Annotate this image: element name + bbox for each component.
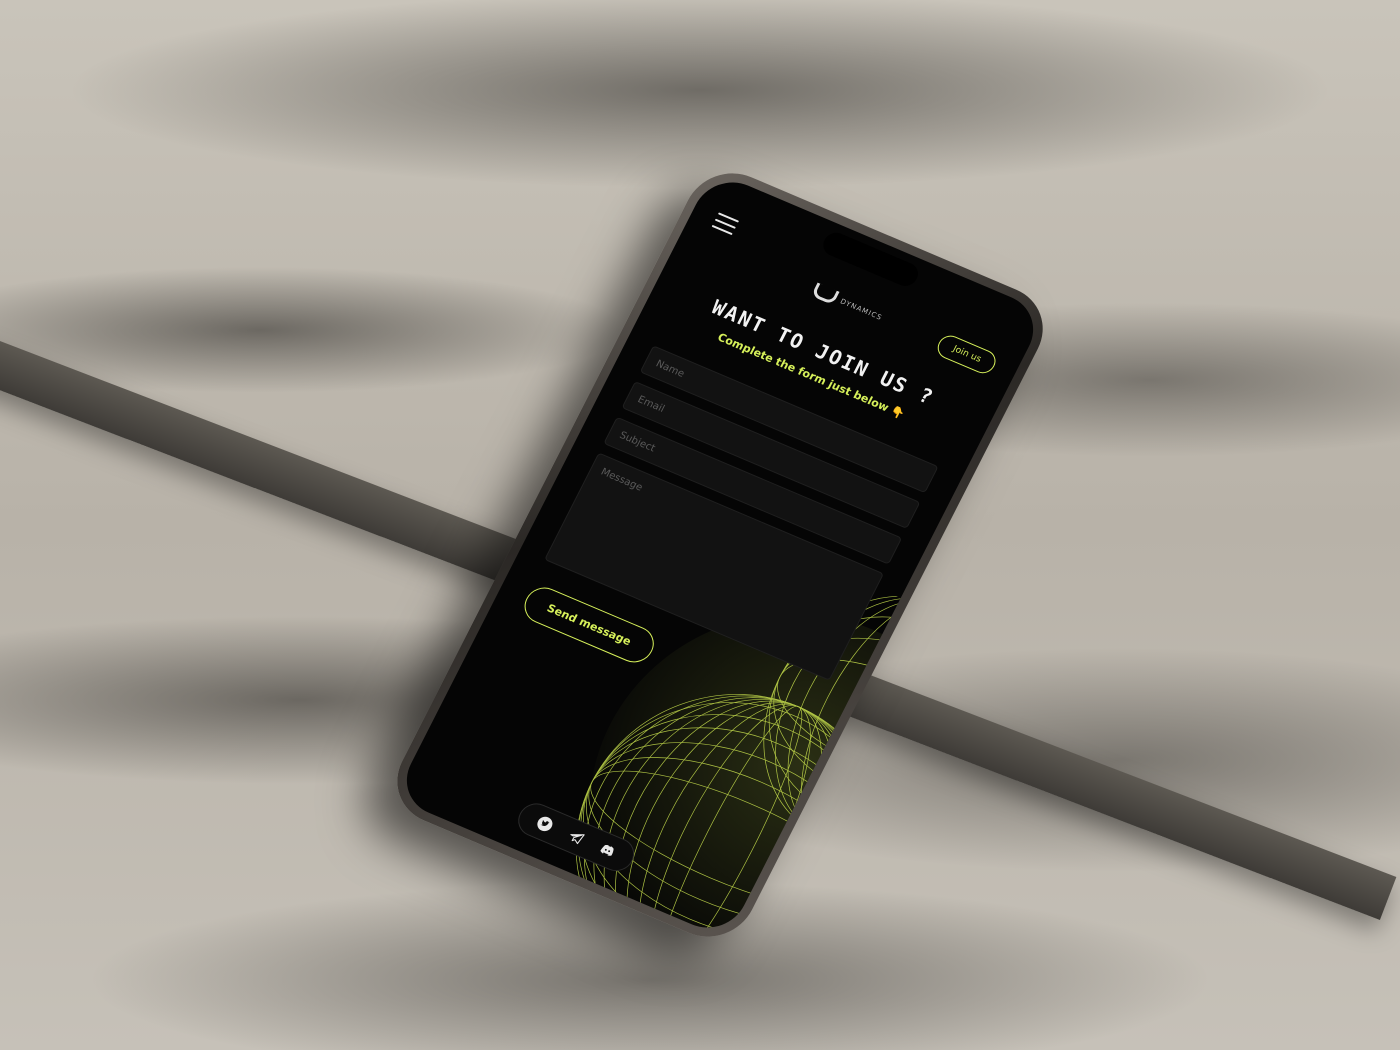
logo-text: DYNAMICS <box>839 296 884 322</box>
twitter-icon[interactable] <box>534 814 556 835</box>
discord-icon[interactable] <box>596 840 618 861</box>
hamburger-menu-icon[interactable] <box>711 212 740 236</box>
logo[interactable]: DYNAMICS <box>810 282 886 324</box>
telegram-icon[interactable] <box>565 827 587 848</box>
join-us-button[interactable]: Join us <box>933 332 1000 377</box>
logo-icon <box>810 282 840 306</box>
